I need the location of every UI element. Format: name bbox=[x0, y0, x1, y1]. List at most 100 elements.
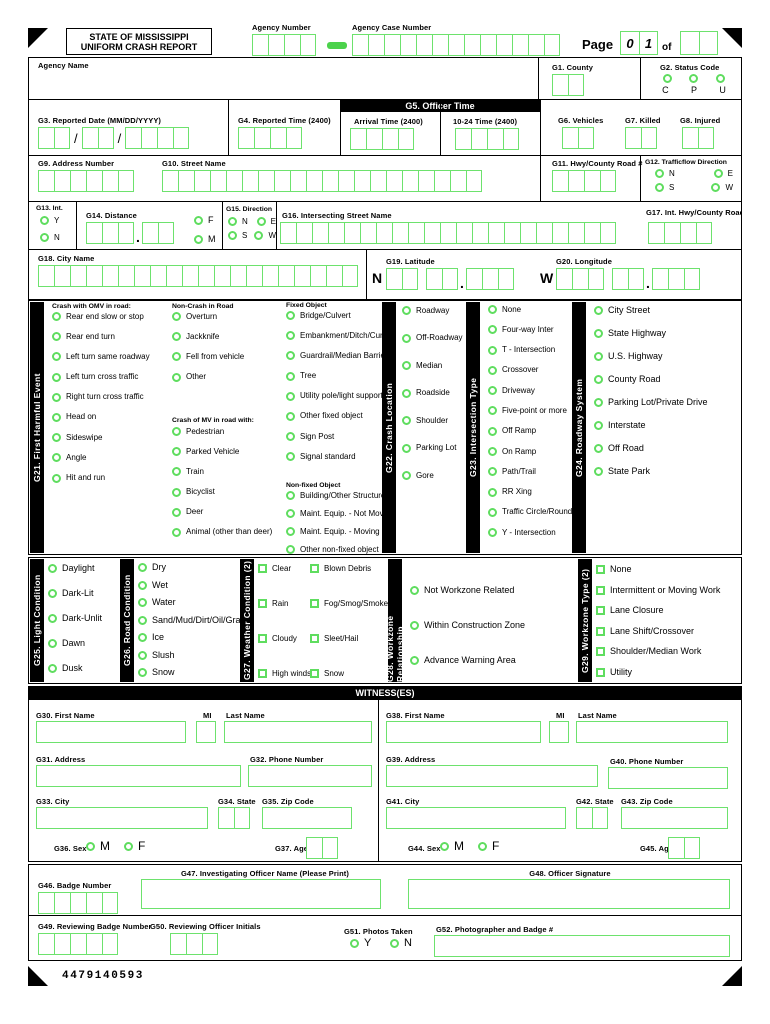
g15-option-s[interactable]: S bbox=[228, 231, 247, 240]
g23-option[interactable]: RR Xing bbox=[488, 487, 572, 497]
g36-option-m[interactable]: M bbox=[86, 840, 110, 852]
checkbox-icon[interactable] bbox=[258, 564, 267, 573]
g21-option[interactable]: Left turn cross traffic bbox=[52, 372, 150, 382]
checkbox-icon[interactable] bbox=[310, 564, 319, 573]
g23-option[interactable]: None bbox=[488, 305, 572, 314]
radio-icon[interactable] bbox=[488, 406, 497, 416]
g21-option[interactable]: Left turn same roadway bbox=[52, 352, 150, 362]
radio-icon[interactable] bbox=[286, 331, 295, 341]
radio-icon[interactable] bbox=[402, 443, 411, 453]
agency-name-input[interactable] bbox=[30, 60, 538, 98]
g26-option[interactable]: Dry bbox=[138, 563, 252, 572]
g16-intersecting-street-input[interactable] bbox=[280, 222, 616, 244]
g7-killed-input[interactable] bbox=[625, 127, 657, 149]
g21-option[interactable]: Rear end slow or stop bbox=[52, 312, 150, 321]
g25-option[interactable]: Dusk bbox=[48, 664, 102, 673]
g12-radio-s[interactable] bbox=[655, 183, 664, 192]
radio-icon[interactable] bbox=[286, 411, 295, 421]
g26-option[interactable]: Snow bbox=[138, 668, 252, 677]
radio-icon[interactable] bbox=[172, 487, 181, 497]
radio-icon[interactable] bbox=[488, 386, 497, 396]
g51-radio-y[interactable] bbox=[350, 939, 359, 948]
radio-icon[interactable] bbox=[52, 453, 61, 463]
g31-address-input[interactable] bbox=[36, 765, 241, 787]
g21-option[interactable]: Maint. Equip. - Not Moving bbox=[286, 509, 394, 518]
g30-mi-input[interactable] bbox=[196, 721, 216, 743]
radio-icon[interactable] bbox=[286, 351, 295, 361]
radio-icon[interactable] bbox=[286, 491, 295, 500]
g51-option-y[interactable]: Y bbox=[350, 938, 371, 949]
g21-option[interactable]: Train bbox=[172, 467, 272, 477]
g44-radio-f[interactable] bbox=[478, 841, 487, 851]
g49-reviewing-badge-input[interactable] bbox=[38, 933, 118, 955]
g38-last-name-input[interactable] bbox=[576, 721, 728, 743]
radio-icon[interactable] bbox=[410, 656, 419, 665]
g21-option[interactable]: Jackknife bbox=[172, 332, 244, 342]
g21-option[interactable]: Other bbox=[172, 372, 244, 382]
g21-option[interactable]: Rear end turn bbox=[52, 332, 150, 342]
g27-option[interactable]: Clear bbox=[258, 564, 311, 573]
checkbox-icon[interactable] bbox=[596, 626, 605, 636]
radio-icon[interactable] bbox=[594, 421, 603, 430]
g17-int-hwy-road-input[interactable] bbox=[648, 222, 712, 244]
g23-option[interactable]: Five-point or more bbox=[488, 406, 572, 416]
g29-option[interactable]: Utility bbox=[596, 667, 720, 677]
g15-radio-s[interactable] bbox=[228, 231, 237, 240]
g12-radio-e[interactable] bbox=[713, 169, 723, 178]
radio-icon[interactable] bbox=[286, 452, 295, 462]
g26-option[interactable]: Water bbox=[138, 598, 252, 607]
g9-address-number-input[interactable] bbox=[38, 170, 134, 192]
g13-option-y[interactable]: Y bbox=[40, 216, 59, 225]
g46-badge-number-input[interactable] bbox=[38, 892, 118, 914]
g14-radio-f[interactable] bbox=[194, 216, 203, 225]
g26-option[interactable]: Sand/Mud/Dirt/Oil/Gravel bbox=[138, 615, 252, 625]
radio-icon[interactable] bbox=[172, 467, 181, 477]
radio-icon[interactable] bbox=[48, 614, 57, 623]
g21-option[interactable]: Embankment/Ditch/Curb bbox=[286, 331, 388, 341]
g29-option[interactable]: Lane Shift/Crossover bbox=[596, 626, 720, 636]
radio-icon[interactable] bbox=[172, 332, 181, 342]
g42-state-input[interactable] bbox=[576, 807, 608, 829]
g51-radio-n[interactable] bbox=[390, 939, 399, 948]
g25-option[interactable]: Dark-Lit bbox=[48, 589, 102, 598]
g24-option[interactable]: U.S. Highway bbox=[594, 352, 708, 361]
g23-option[interactable]: Crossover bbox=[488, 365, 572, 375]
g14-radio-m[interactable] bbox=[194, 235, 203, 244]
g36-option-f[interactable]: F bbox=[124, 840, 145, 852]
g24-option[interactable]: State Highway bbox=[594, 329, 708, 338]
g27-option[interactable]: Sleet/Hail bbox=[310, 634, 388, 643]
g45-age-input[interactable] bbox=[668, 837, 700, 859]
checkbox-icon[interactable] bbox=[596, 565, 605, 574]
g21-option[interactable]: Signal standard bbox=[286, 452, 388, 462]
radio-icon[interactable] bbox=[286, 509, 295, 518]
checkbox-icon[interactable] bbox=[258, 669, 267, 678]
g21-option[interactable]: Animal (other than deer) bbox=[172, 527, 272, 537]
g41-city-input[interactable] bbox=[386, 807, 566, 829]
g25-option[interactable]: Dawn bbox=[48, 639, 102, 648]
g15-radio-e[interactable] bbox=[256, 217, 266, 226]
radio-icon[interactable] bbox=[172, 447, 181, 457]
radio-icon[interactable] bbox=[172, 372, 181, 382]
g13-radio-y[interactable] bbox=[40, 216, 49, 225]
checkbox-icon[interactable] bbox=[596, 667, 605, 677]
g2-radio-c[interactable] bbox=[662, 74, 672, 83]
radio-icon[interactable] bbox=[402, 416, 411, 425]
radio-icon[interactable] bbox=[488, 528, 497, 538]
radio-icon[interactable] bbox=[402, 388, 411, 398]
g34-state-input[interactable] bbox=[218, 807, 250, 829]
g13-radio-n[interactable] bbox=[40, 233, 49, 242]
radio-icon[interactable] bbox=[52, 332, 61, 342]
checkbox-icon[interactable] bbox=[310, 634, 319, 643]
g12-option-e[interactable]: E bbox=[713, 169, 733, 178]
radio-icon[interactable] bbox=[48, 564, 57, 573]
g6-vehicles-input[interactable] bbox=[562, 127, 594, 149]
g23-option[interactable]: Traffic Circle/Round bbox=[488, 507, 572, 517]
radio-icon[interactable] bbox=[172, 352, 181, 362]
radio-icon[interactable] bbox=[488, 467, 497, 477]
g3-reported-date-input[interactable]: / / bbox=[38, 127, 190, 149]
radio-icon[interactable] bbox=[402, 306, 411, 315]
radio-icon[interactable] bbox=[48, 589, 57, 598]
g22-option[interactable]: Off-Roadway bbox=[402, 333, 463, 343]
g24-option[interactable]: City Street bbox=[594, 306, 708, 315]
g15-option-e[interactable]: E bbox=[256, 217, 276, 226]
